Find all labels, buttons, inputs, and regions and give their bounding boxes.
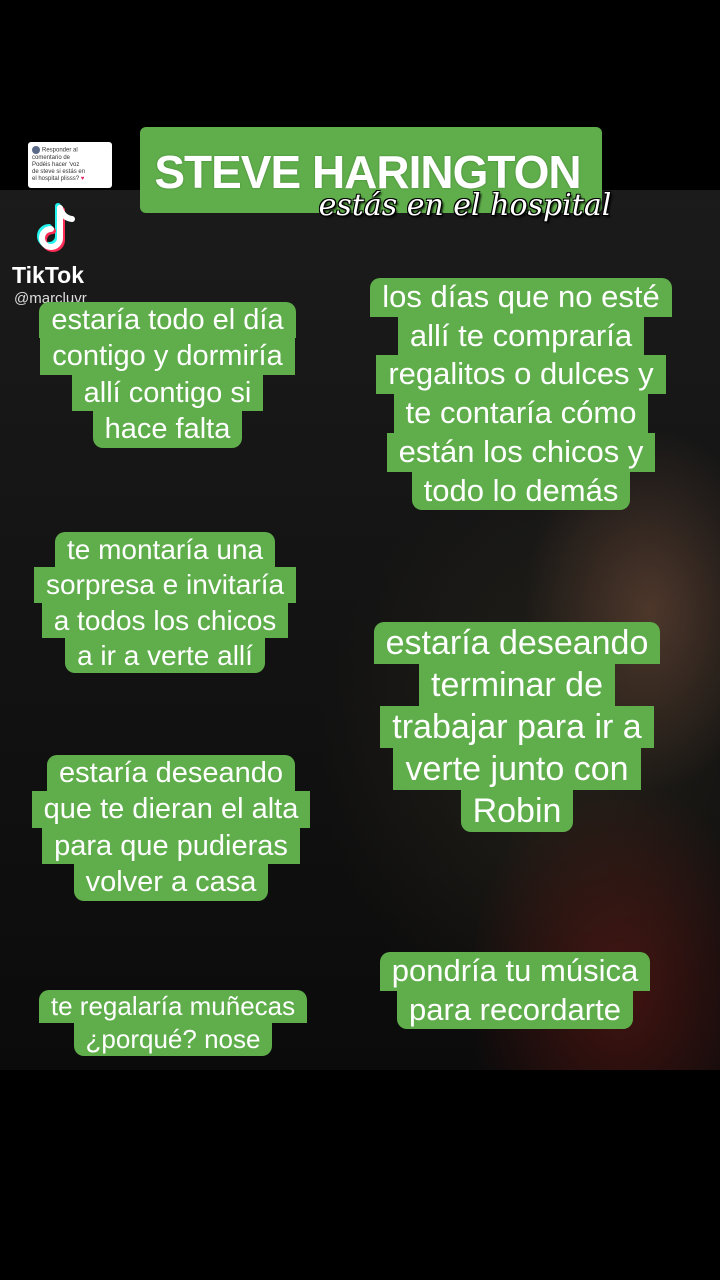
bubble-line: volver a casa (73, 864, 269, 901)
bubble-line: para recordarte (397, 990, 633, 1030)
heart-icon: ♥ (80, 175, 85, 182)
bubble-line: estaría todo el día (39, 302, 296, 339)
bubble-line: a ir a verte allí (65, 638, 265, 674)
tiktok-watermark: TikTok @marcluvr (12, 200, 122, 310)
bubble-line: todo lo demás (411, 471, 631, 511)
bubble-line: verte junto con (393, 748, 641, 791)
bubble-line: están los chicos y (386, 432, 656, 472)
subtitle: estás en el hospital (318, 188, 612, 223)
bubble-line: los días que no esté (370, 278, 672, 317)
avatar (32, 146, 40, 154)
bubble-line: contigo y dormiría (40, 338, 295, 375)
bubble-line: hace falta (92, 411, 243, 448)
text-bubble-1: estaría todo el día contigo y dormiría a… (15, 302, 320, 448)
bubble-line: te montaría una (54, 532, 276, 568)
bubble-line: trabajar para ir a (380, 706, 654, 749)
text-bubble-3: te montaría una sorpresa e invitaría a t… (10, 532, 320, 674)
comment-reply-sticker[interactable]: Responder al comentario de Podéis hacer … (28, 142, 112, 188)
tiktok-logo-icon (37, 203, 75, 252)
bubble-line: sorpresa e invitaría (33, 567, 297, 603)
bubble-line: pondría tu música (379, 952, 651, 991)
bubble-line: estaría deseando (373, 622, 661, 665)
text-bubble-7: te regalaría muñecas ¿porqué? nose (18, 990, 328, 1057)
bubble-line: regalitos o dulces y (376, 355, 666, 395)
bubble-line: Robin (460, 790, 574, 833)
bubble-line: ¿porqué? nose (73, 1023, 273, 1057)
text-bubble-5: estaría deseando que te dieran el alta p… (8, 755, 334, 901)
bubble-line: allí te compraría (397, 316, 645, 356)
text-bubble-4: estaría deseando terminar de trabajar pa… (342, 622, 692, 833)
bubble-line: para que pudieras (42, 827, 300, 865)
bubble-line: te regalaría muñecas (38, 990, 308, 1024)
bubble-line: terminar de (419, 664, 615, 707)
text-bubble-6: pondría tu música para recordarte (350, 952, 680, 1030)
bubble-line: te contaría cómo (393, 394, 649, 433)
bubble-line: allí contigo si (71, 374, 264, 412)
bubble-line: estaría deseando (46, 755, 296, 792)
bubble-line: a todos los chicos (41, 602, 289, 639)
text-bubble-2: los días que no esté allí te compraría r… (336, 278, 706, 511)
bubble-line: que te dieran el alta (31, 791, 311, 828)
tiktok-wordmark: TikTok (12, 262, 84, 288)
